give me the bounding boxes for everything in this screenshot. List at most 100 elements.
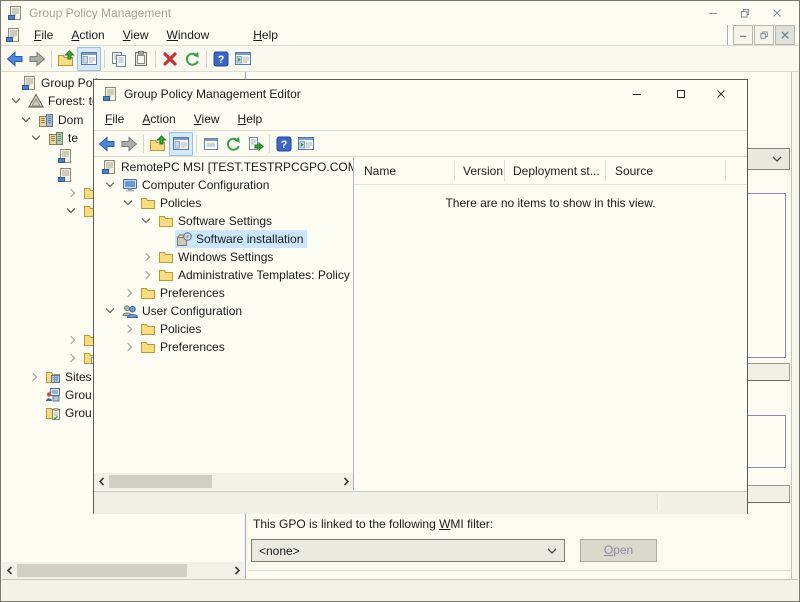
editor-maximize-button[interactable]: [659, 83, 703, 105]
editor-minimize-button[interactable]: [615, 83, 659, 105]
tree-item-administrative-templates[interactable]: Administrative Templates: Policy: [94, 266, 353, 284]
copy-button[interactable]: [108, 48, 130, 70]
scroll-left-arrow-icon[interactable]: [94, 473, 109, 490]
tree-item-windows-settings[interactable]: Windows Settings: [94, 248, 353, 266]
column-separator[interactable]: [454, 160, 455, 181]
forward-button[interactable]: [26, 48, 48, 70]
expander-icon[interactable]: [31, 133, 41, 143]
expander-icon[interactable]: [141, 216, 151, 226]
tree-item-policies[interactable]: Policies: [94, 194, 353, 212]
toolbar-separator: [196, 135, 197, 153]
menu-help[interactable]: Help: [244, 26, 287, 44]
column-separator[interactable]: [605, 160, 606, 181]
help-button[interactable]: ?: [273, 133, 295, 155]
tree-item-user-configuration[interactable]: User Configuration: [94, 302, 353, 320]
column-header-source[interactable]: Source: [615, 157, 653, 184]
refresh-icon: [183, 50, 201, 68]
expander-icon[interactable]: [123, 324, 133, 334]
column-separator[interactable]: [504, 160, 505, 181]
tree-item-preferences[interactable]: Preferences: [94, 284, 353, 302]
menu-action[interactable]: Action: [62, 26, 113, 44]
tree-item-computer-configuration[interactable]: Computer Configuration: [94, 176, 353, 194]
tree-item-software-installation[interactable]: Software installation: [94, 230, 353, 248]
folder-icon: [158, 213, 174, 229]
editor-menu-file[interactable]: File: [96, 110, 133, 128]
editor-title-bar: Group Policy Management Editor: [94, 80, 747, 107]
editor-menu-action[interactable]: Action: [133, 110, 184, 128]
expander-icon[interactable]: [105, 180, 115, 190]
expander-icon[interactable]: [28, 372, 38, 382]
back-button[interactable]: [96, 133, 118, 155]
back-icon: [6, 50, 24, 68]
forward-button[interactable]: [118, 133, 140, 155]
expander-icon[interactable]: [66, 353, 76, 363]
expander-icon[interactable]: [66, 188, 76, 198]
close-button[interactable]: [761, 2, 793, 24]
tree-item-software-settings[interactable]: Software Settings: [94, 212, 353, 230]
expander-icon[interactable]: [123, 342, 133, 352]
column-header-deployment-state[interactable]: Deployment st...: [513, 157, 600, 184]
minimize-button[interactable]: [697, 2, 729, 24]
tree-item-user-preferences[interactable]: Preferences: [94, 338, 353, 356]
scroll-left-arrow-icon[interactable]: [2, 562, 17, 579]
scrollbar-thumb[interactable]: [109, 475, 212, 488]
mdi-close-button[interactable]: [775, 25, 795, 45]
delete-button[interactable]: [159, 48, 181, 70]
editor-tree-horizontal-scrollbar[interactable]: [94, 473, 353, 490]
properties-button[interactable]: [200, 133, 222, 155]
svg-text:?: ?: [281, 139, 288, 151]
open-button[interactable]: Open: [580, 539, 657, 562]
tree-item-gpo-root[interactable]: RemotePC MSI [TEST.TESTRPCGPO.COM] P: [94, 158, 353, 176]
paste-button[interactable]: [130, 48, 152, 70]
menu-file[interactable]: File: [25, 26, 62, 44]
expander-icon[interactable]: [11, 96, 21, 106]
expander-icon[interactable]: [141, 252, 151, 262]
expander-icon[interactable]: [66, 335, 76, 345]
export-list-icon: [246, 135, 264, 153]
expander-icon[interactable]: [21, 115, 31, 125]
help-button[interactable]: ?: [210, 48, 232, 70]
column-separator[interactable]: [725, 160, 726, 181]
refresh-button[interactable]: [222, 133, 244, 155]
forward-icon: [28, 50, 46, 68]
export-list-button[interactable]: [244, 133, 266, 155]
column-header-name[interactable]: Name: [364, 157, 396, 184]
properties-icon: [202, 135, 220, 153]
console-window-button[interactable]: [232, 48, 254, 70]
editor-close-button[interactable]: [703, 83, 739, 105]
folder-icon: [158, 267, 174, 283]
folder-icon: [140, 285, 156, 301]
tree-item-user-policies[interactable]: Policies: [94, 320, 353, 338]
up-one-level-button[interactable]: [55, 48, 77, 70]
gp-modeling-icon: [45, 387, 61, 403]
wmi-filter-dropdown[interactable]: <none>: [251, 539, 565, 562]
mdi-minimize-button[interactable]: [733, 25, 753, 45]
expander-icon[interactable]: [105, 306, 115, 316]
menu-window[interactable]: Window: [158, 26, 219, 44]
expander-icon[interactable]: [123, 198, 133, 208]
wmi-filter-label: This GPO is linked to the following WMI …: [253, 517, 493, 532]
expander-icon[interactable]: [123, 288, 133, 298]
editor-menu-view[interactable]: View: [185, 110, 229, 128]
console-window-button[interactable]: [295, 133, 317, 155]
refresh-button[interactable]: [181, 48, 203, 70]
main-menu-bar: File Action View Window Help: [1, 25, 799, 46]
mdi-restore-button[interactable]: [754, 25, 774, 45]
restore-button[interactable]: [729, 2, 761, 24]
back-button[interactable]: [4, 48, 26, 70]
toolbar-separator: [104, 50, 105, 68]
show-console-tree-button[interactable]: [169, 132, 193, 156]
chevron-down-icon: [547, 548, 557, 554]
gp-results-icon: [45, 405, 61, 421]
scroll-right-arrow-icon[interactable]: [229, 562, 244, 579]
tree-horizontal-scrollbar[interactable]: [2, 562, 244, 579]
menu-view[interactable]: View: [114, 26, 158, 44]
editor-menu-help[interactable]: Help: [229, 110, 272, 128]
expander-icon[interactable]: [141, 270, 151, 280]
expander-icon[interactable]: [66, 206, 76, 216]
up-one-level-button[interactable]: [147, 133, 169, 155]
scroll-right-arrow-icon[interactable]: [338, 473, 353, 490]
column-header-version[interactable]: Version: [463, 157, 503, 184]
scrollbar-thumb[interactable]: [17, 564, 187, 577]
show-console-tree-button[interactable]: [77, 47, 101, 71]
